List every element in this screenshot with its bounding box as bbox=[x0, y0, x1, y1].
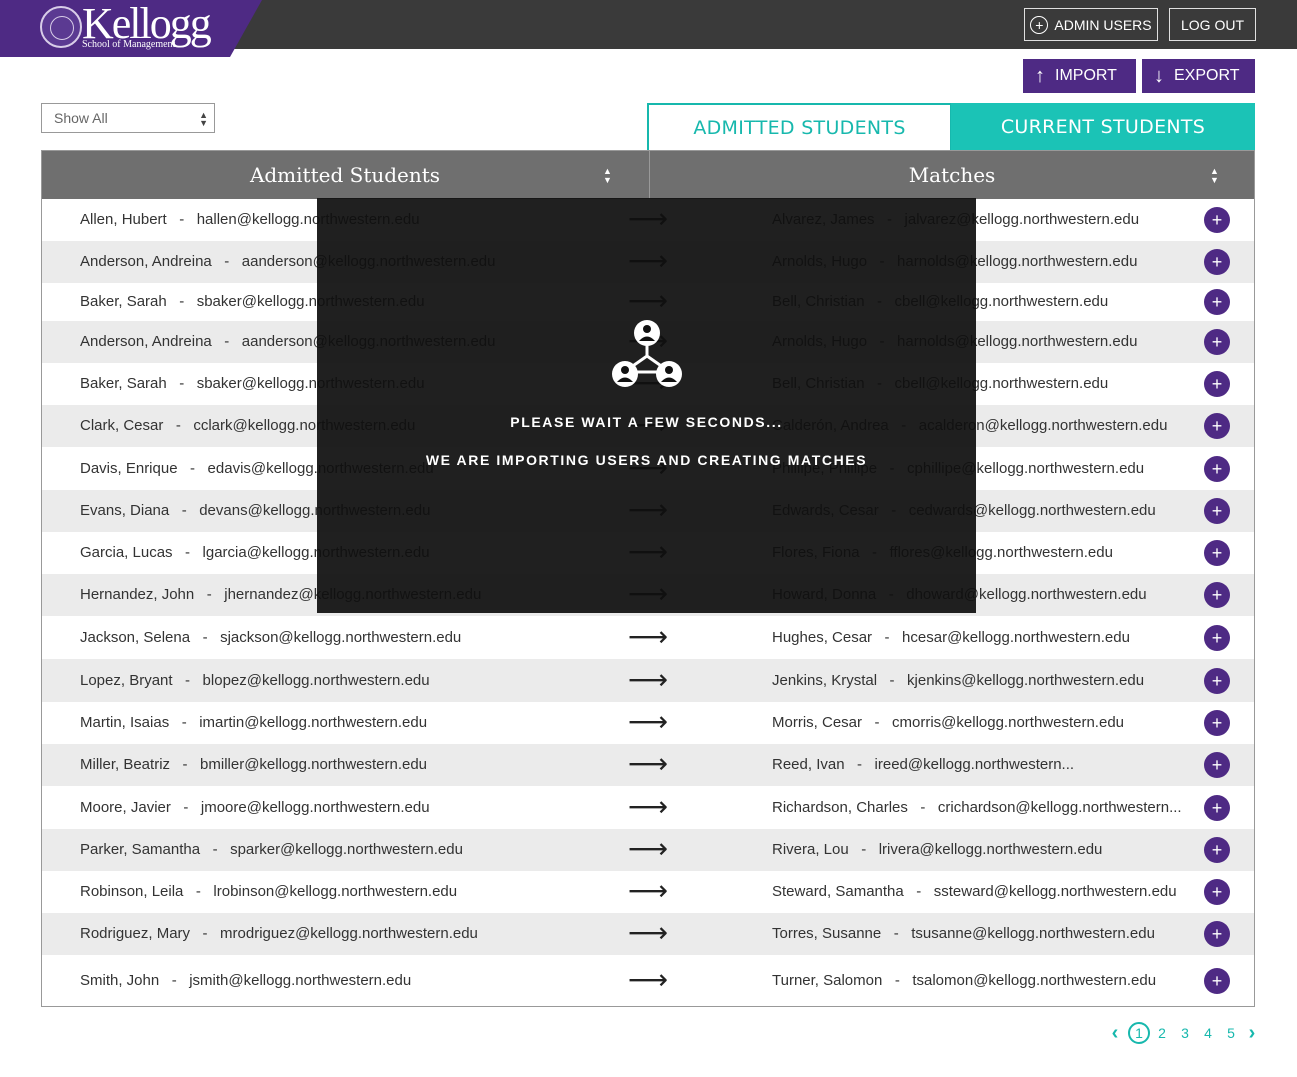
add-match-button[interactable]: + bbox=[1204, 498, 1230, 524]
add-match-button[interactable]: + bbox=[1204, 371, 1230, 397]
user-network-icon bbox=[612, 320, 682, 387]
admitted-student-cell: Smith, John - jsmith@kellogg.northwester… bbox=[80, 972, 412, 989]
arrow-right-icon: ⟶ bbox=[628, 875, 669, 906]
add-match-button[interactable]: + bbox=[1204, 540, 1230, 566]
plus-circle-icon: + bbox=[1030, 15, 1049, 34]
add-match-button[interactable]: + bbox=[1204, 582, 1230, 608]
add-match-button[interactable]: + bbox=[1204, 456, 1230, 482]
page-link-2[interactable]: 2 bbox=[1151, 1022, 1173, 1044]
sort-icon-admitted[interactable]: ▲ ▼ bbox=[603, 167, 612, 185]
logout-button[interactable]: LOG OUT bbox=[1169, 8, 1256, 41]
logout-label: LOG OUT bbox=[1180, 16, 1244, 33]
table-row: Rodriguez, Mary - mrodriguez@kellogg.nor… bbox=[42, 913, 1254, 955]
arrow-right-icon: ⟶ bbox=[628, 621, 669, 652]
table-row: Parker, Samantha - sparker@kellogg.north… bbox=[42, 829, 1254, 871]
add-match-button[interactable]: + bbox=[1204, 413, 1230, 439]
match-cell: Steward, Samantha - ssteward@kellogg.nor… bbox=[772, 883, 1177, 900]
column-header-admitted-label: Admitted Students bbox=[249, 163, 441, 187]
admitted-student-cell: Parker, Samantha - sparker@kellogg.north… bbox=[80, 841, 463, 858]
table-row: Moore, Javier - jmoore@kellogg.northwest… bbox=[42, 786, 1254, 829]
match-cell: Jenkins, Krystal - kjenkins@kellogg.nort… bbox=[772, 672, 1145, 689]
admitted-student-cell: Miller, Beatriz - bmiller@kellogg.northw… bbox=[80, 756, 428, 773]
page-link-4[interactable]: 4 bbox=[1197, 1022, 1219, 1044]
import-label: IMPORT bbox=[1055, 67, 1117, 84]
arrow-right-icon: ⟶ bbox=[628, 664, 669, 695]
add-match-button[interactable]: + bbox=[1204, 921, 1230, 947]
arrow-right-icon: ⟶ bbox=[628, 964, 669, 995]
kellogg-logo[interactable]: Kellogg School of Management bbox=[0, 0, 262, 57]
page-link-1[interactable]: 1 bbox=[1128, 1022, 1150, 1044]
select-caret-icon: ▲ ▼ bbox=[199, 110, 208, 128]
match-cell: Turner, Salomon - tsalomon@kellogg.north… bbox=[772, 972, 1157, 989]
filter-select[interactable]: Show All ▲ ▼ bbox=[41, 103, 215, 133]
tab-admitted-students[interactable]: ADMITTED STUDENTS bbox=[647, 103, 952, 151]
chevron-left-icon[interactable]: ‹ bbox=[1106, 1022, 1124, 1044]
arrow-down-icon: ↓ bbox=[1154, 65, 1164, 87]
match-cell: Reed, Ivan - ireed@kellogg.northwestern.… bbox=[772, 756, 1075, 773]
table-header: Admitted Students ▲ ▼ Matches ▲ ▼ bbox=[42, 151, 1254, 199]
admin-users-button[interactable]: + ADMIN USERS bbox=[1024, 8, 1158, 41]
match-cell: Torres, Susanne - tsusanne@kellogg.north… bbox=[772, 925, 1155, 942]
admitted-student-cell: Robinson, Leila - lrobinson@kellogg.nort… bbox=[80, 883, 458, 900]
table-row: Smith, John - jsmith@kellogg.northwester… bbox=[42, 955, 1254, 1006]
column-header-matches-label: Matches bbox=[908, 163, 996, 187]
sort-icon-matches[interactable]: ▲ ▼ bbox=[1210, 167, 1219, 185]
add-match-button[interactable]: + bbox=[1204, 837, 1230, 863]
chevron-right-icon[interactable]: › bbox=[1243, 1022, 1261, 1044]
admitted-student-cell: Moore, Javier - jmoore@kellogg.northwest… bbox=[80, 799, 430, 816]
arrow-right-icon: ⟶ bbox=[628, 706, 669, 737]
arrow-right-icon: ⟶ bbox=[628, 917, 669, 948]
column-header-admitted[interactable]: Admitted Students bbox=[42, 151, 648, 199]
column-header-matches[interactable]: Matches bbox=[649, 151, 1254, 199]
table-row: Jackson, Selena - sjackson@kellogg.north… bbox=[42, 616, 1254, 659]
loading-message-secondary: WE ARE IMPORTING USERS AND CREATING MATC… bbox=[425, 452, 868, 468]
page-link-3[interactable]: 3 bbox=[1174, 1022, 1196, 1044]
loading-message-primary: PLEASE WAIT A FEW SECONDS... bbox=[510, 414, 783, 430]
logo-subtitle: School of Management bbox=[82, 39, 176, 50]
add-match-button[interactable]: + bbox=[1204, 625, 1230, 651]
page-link-5[interactable]: 5 bbox=[1220, 1022, 1242, 1044]
export-label: EXPORT bbox=[1174, 67, 1240, 84]
add-match-button[interactable]: + bbox=[1204, 752, 1230, 778]
match-cell: Morris, Cesar - cmorris@kellogg.northwes… bbox=[772, 714, 1125, 731]
university-seal-icon bbox=[40, 6, 82, 48]
admin-users-label: ADMIN USERS bbox=[1054, 16, 1152, 33]
match-cell: Richardson, Charles - crichardson@kellog… bbox=[772, 799, 1182, 816]
add-match-button[interactable]: + bbox=[1204, 207, 1230, 233]
add-match-button[interactable]: + bbox=[1204, 879, 1230, 905]
add-match-button[interactable]: + bbox=[1204, 710, 1230, 736]
loading-overlay: PLEASE WAIT A FEW SECONDS... WE ARE IMPO… bbox=[317, 198, 976, 613]
filter-select-value: Show All bbox=[54, 110, 108, 126]
export-button[interactable]: ↓ EXPORT bbox=[1142, 59, 1255, 93]
add-match-button[interactable]: + bbox=[1204, 968, 1230, 994]
tab-current-students[interactable]: CURRENT STUDENTS bbox=[951, 103, 1255, 151]
admitted-student-cell: Martin, Isaias - imartin@kellogg.northwe… bbox=[80, 714, 428, 731]
import-button[interactable]: ↑ IMPORT bbox=[1023, 59, 1136, 93]
table-row: Martin, Isaias - imartin@kellogg.northwe… bbox=[42, 702, 1254, 744]
add-match-button[interactable]: + bbox=[1204, 795, 1230, 821]
admitted-student-cell: Jackson, Selena - sjackson@kellogg.north… bbox=[80, 629, 462, 646]
admitted-student-cell: Lopez, Bryant - blopez@kellogg.northwest… bbox=[80, 672, 430, 689]
arrow-up-icon: ↑ bbox=[1035, 65, 1045, 87]
add-match-button[interactable]: + bbox=[1204, 329, 1230, 355]
arrow-right-icon: ⟶ bbox=[628, 748, 669, 779]
add-match-button[interactable]: + bbox=[1204, 249, 1230, 275]
arrow-right-icon: ⟶ bbox=[628, 791, 669, 822]
match-cell: Rivera, Lou - lrivera@kellogg.northweste… bbox=[772, 841, 1103, 858]
table-row: Miller, Beatriz - bmiller@kellogg.northw… bbox=[42, 744, 1254, 786]
add-match-button[interactable]: + bbox=[1204, 289, 1230, 315]
admitted-student-cell: Rodriguez, Mary - mrodriguez@kellogg.nor… bbox=[80, 925, 478, 942]
table-row: Robinson, Leila - lrobinson@kellogg.nort… bbox=[42, 871, 1254, 913]
arrow-right-icon: ⟶ bbox=[628, 833, 669, 864]
table-row: Lopez, Bryant - blopez@kellogg.northwest… bbox=[42, 659, 1254, 702]
match-cell: Hughes, Cesar - hcesar@kellogg.northwest… bbox=[772, 629, 1130, 646]
add-match-button[interactable]: + bbox=[1204, 668, 1230, 694]
